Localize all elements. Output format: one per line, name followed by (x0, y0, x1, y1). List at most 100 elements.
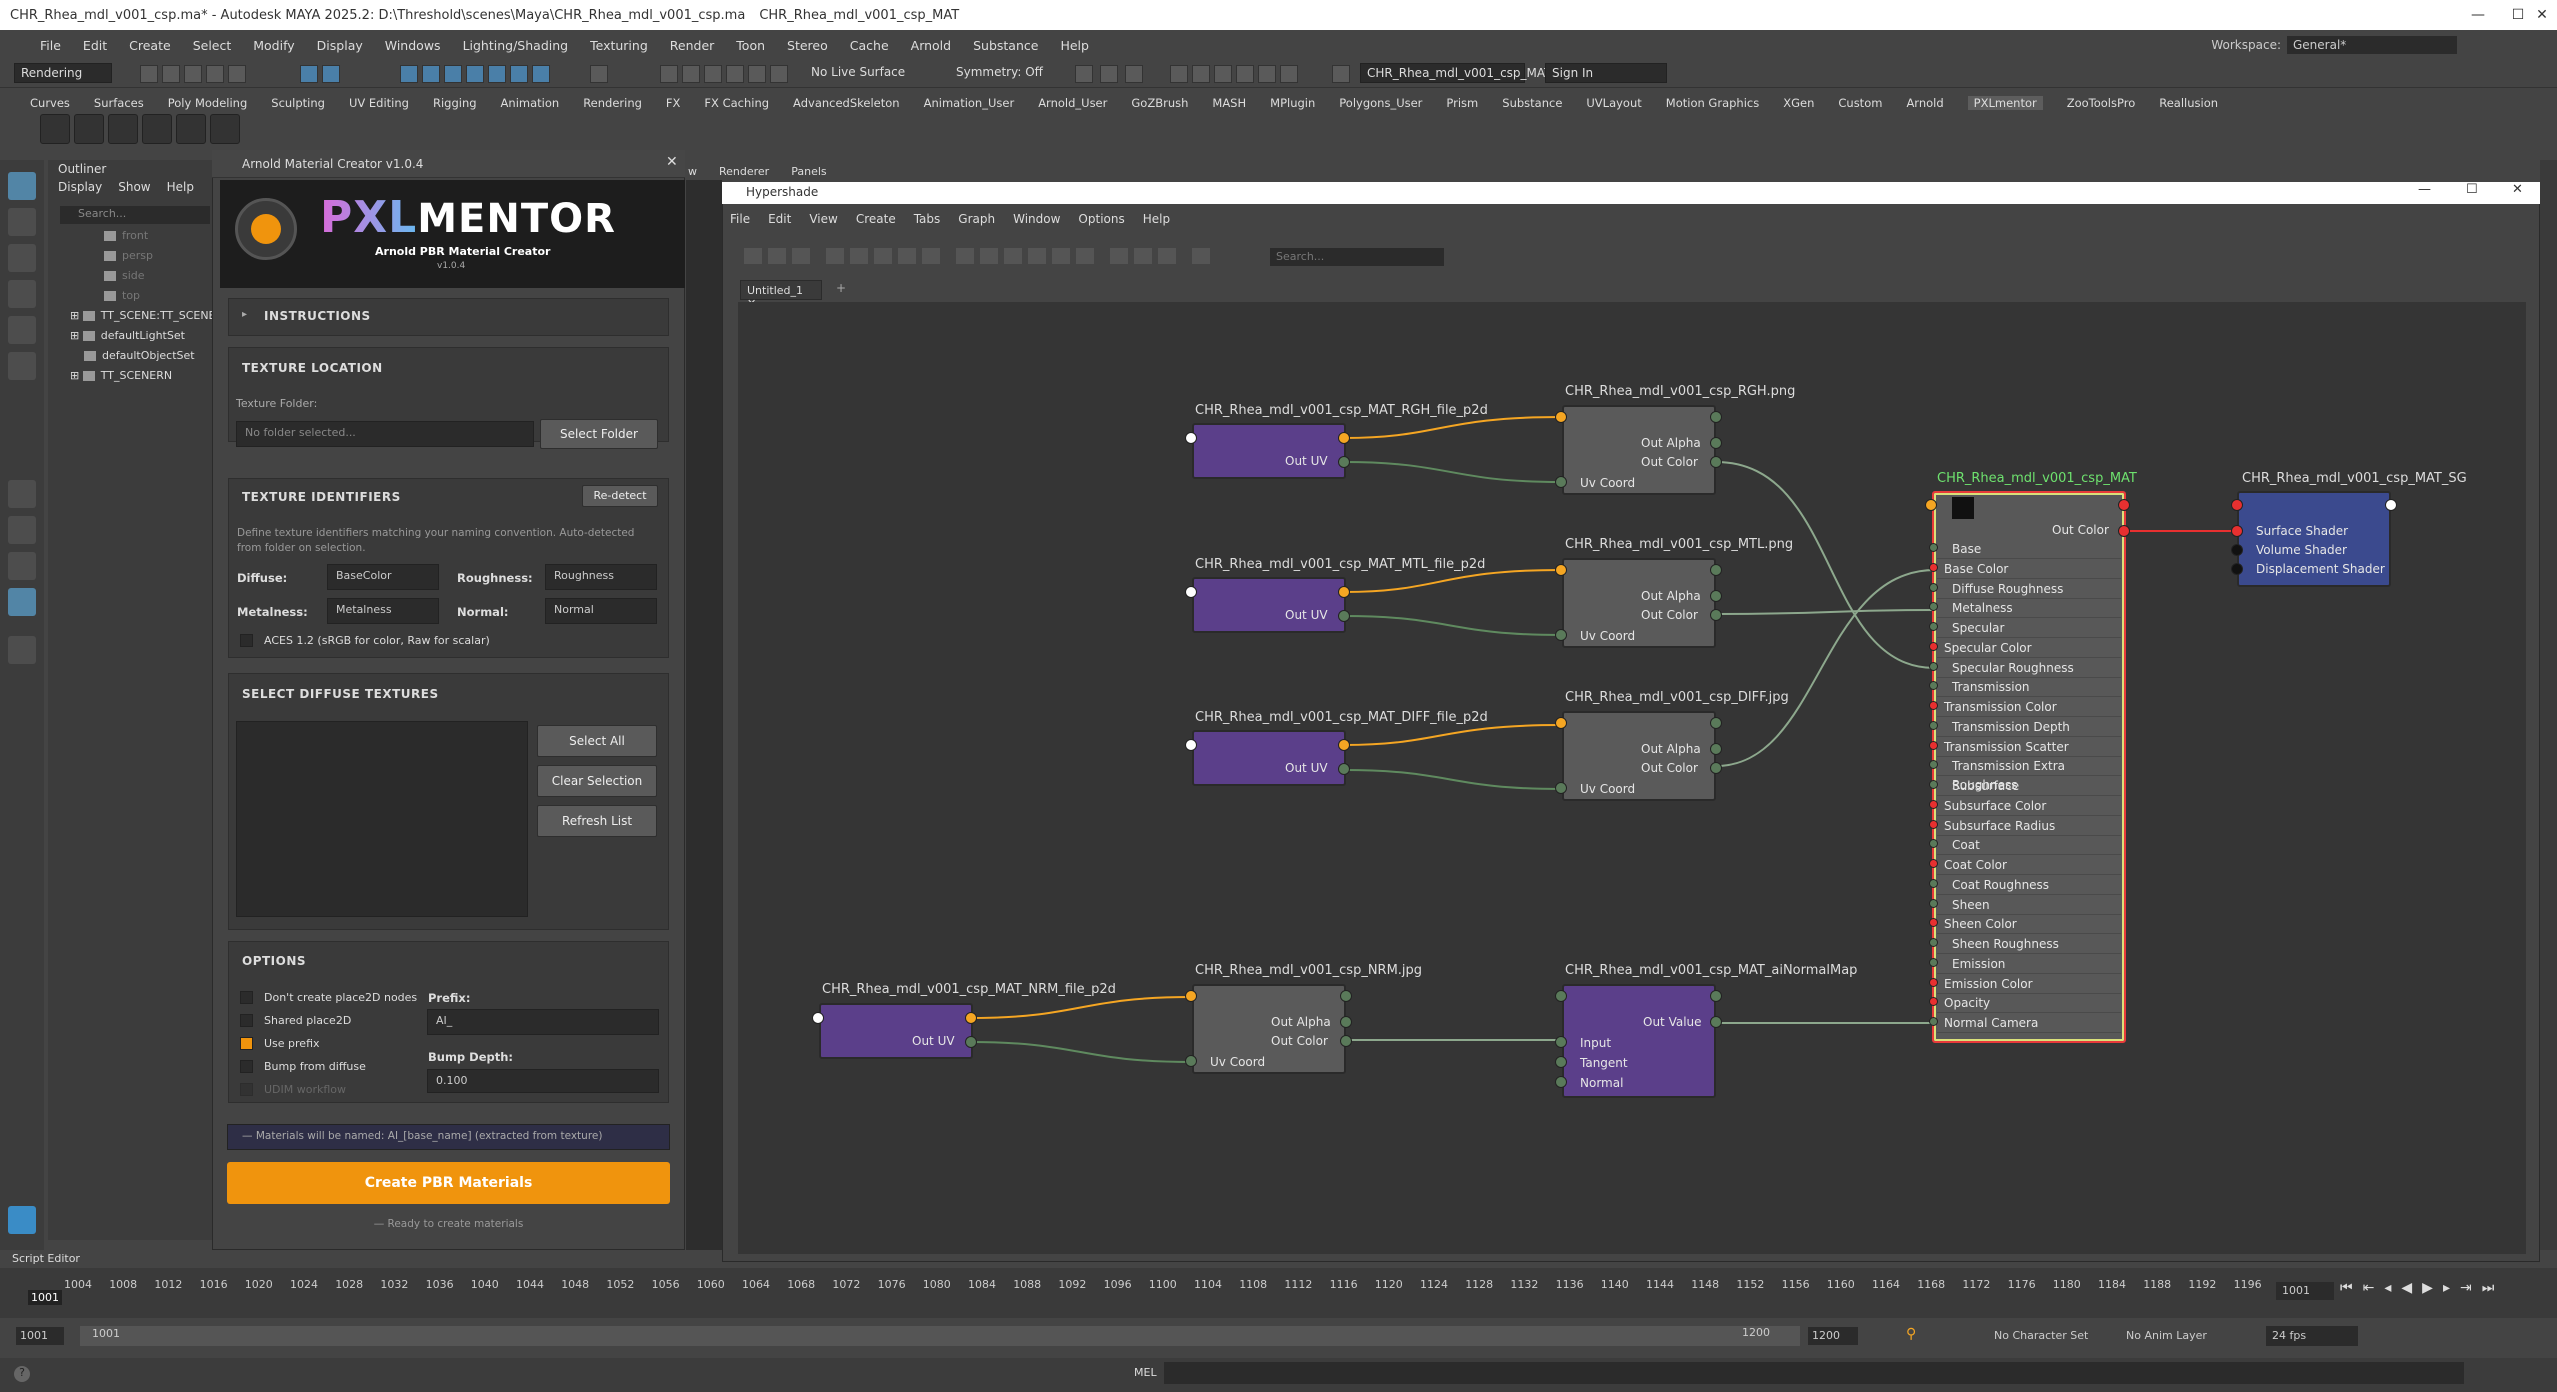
render-icon[interactable] (726, 65, 744, 83)
render-settings-icon[interactable] (770, 65, 788, 83)
node-title[interactable]: CHR_Rhea_mdl_v001_csp_MAT_SG (2242, 471, 2467, 486)
menu-texturing[interactable]: Texturing (590, 38, 648, 53)
current-frame-field[interactable]: 1001 (2276, 1282, 2334, 1300)
shelf-tab[interactable]: Reallusion (2159, 96, 2218, 110)
material-attr-row[interactable]: Transmission Depth (1937, 718, 2121, 737)
material-attr-row[interactable]: Diffuse Roughness (1937, 580, 2121, 599)
port-dot[interactable] (1710, 411, 1722, 423)
live-surface[interactable]: No Live Surface (805, 63, 915, 83)
outliner-camera-front[interactable]: front (104, 229, 148, 242)
select-folder-button[interactable]: Select Folder (540, 419, 658, 449)
hs-menu-item[interactable]: Window (1013, 212, 1060, 226)
material-attr-row[interactable]: Specular Roughness (1937, 659, 2121, 678)
step-back-key-icon[interactable]: ⇤ (2363, 1280, 2375, 1296)
node-title[interactable]: CHR_Rhea_mdl_v001_csp_MAT (1937, 471, 2137, 486)
material-attr-row[interactable]: Transmission Scatter (1937, 738, 2121, 757)
port-dot[interactable] (1185, 1055, 1197, 1067)
shared-place2d-checkbox[interactable] (240, 1014, 253, 1027)
help-icon[interactable]: ? (14, 1366, 30, 1382)
menu-stereo[interactable]: Stereo (787, 38, 828, 53)
port-dot[interactable] (1929, 641, 1938, 651)
shelf-tab[interactable]: Curves (30, 96, 70, 110)
shelf-tab[interactable]: Arnold_User (1038, 96, 1107, 110)
pause-icon[interactable] (1280, 65, 1298, 83)
udim-checkbox[interactable] (240, 1083, 253, 1096)
attribute-editor-dock[interactable] (2540, 160, 2557, 1250)
port-dot[interactable] (1555, 717, 1567, 729)
port-dot[interactable] (1925, 499, 1937, 511)
open-scene-icon[interactable] (162, 65, 180, 83)
layout-icon[interactable] (850, 248, 868, 264)
menu-render[interactable]: Render (670, 38, 715, 53)
no-place2d-checkbox[interactable] (240, 991, 253, 1004)
save-scene-icon[interactable] (184, 65, 202, 83)
shelf-tab[interactable]: Custom (1838, 96, 1882, 110)
shelf-tab[interactable]: AdvancedSkeleton (793, 96, 900, 110)
expand-arrow-icon[interactable]: ▸ (242, 309, 247, 320)
view-mode-icon[interactable] (1004, 248, 1022, 264)
anim-layer-selector[interactable]: No Anim Layer (2126, 1329, 2207, 1342)
material-attr-row[interactable]: Base (1937, 540, 2121, 559)
camera-icon[interactable] (1075, 65, 1093, 83)
bookmark-icon[interactable] (1192, 248, 1210, 264)
port-dot[interactable] (1929, 701, 1938, 710)
single-view-icon[interactable] (8, 480, 36, 508)
node-title[interactable]: CHR_Rhea_mdl_v001_csp_MAT_MTL_file_p2d (1195, 557, 1485, 572)
port-dot[interactable] (1929, 819, 1938, 829)
port-dot[interactable] (1710, 456, 1722, 468)
snap-live-icon[interactable] (510, 65, 528, 83)
port-dot[interactable] (1929, 661, 1938, 671)
four-view-icon[interactable] (8, 516, 36, 544)
shelf-tool-icon[interactable] (176, 114, 206, 144)
snap-vertex-icon[interactable] (532, 65, 550, 83)
view-mode-icon[interactable] (1028, 248, 1046, 264)
character-set-selector[interactable]: No Character Set (1994, 1329, 2088, 1342)
command-language[interactable]: MEL (1134, 1366, 1157, 1379)
graph-icon[interactable] (768, 248, 786, 264)
menu-help[interactable]: Help (1060, 38, 1089, 53)
menu-edit[interactable]: Edit (83, 38, 107, 53)
outliner-search[interactable]: Search... (60, 206, 210, 224)
shelf-tab-active[interactable]: PXLmentor (1967, 96, 2043, 110)
material-attr-row[interactable]: Specular (1937, 619, 2121, 638)
select-tool-icon[interactable] (8, 172, 36, 200)
hs-menu-item[interactable]: Help (1143, 212, 1170, 226)
redetect-button[interactable]: Re-detect (582, 485, 658, 507)
symmetry-selector[interactable]: Symmetry: Off (950, 63, 1060, 83)
shelf-tab[interactable]: XGen (1783, 96, 1814, 110)
material-attr-row[interactable]: Base Color (1937, 560, 2121, 579)
go-start-icon[interactable]: ⏮ (2340, 1280, 2353, 1296)
prefix-field[interactable]: AI_ (427, 1009, 659, 1035)
snap-surface-icon[interactable] (488, 65, 506, 83)
search-icon[interactable] (8, 636, 36, 664)
menu-substance[interactable]: Substance (973, 38, 1038, 53)
view-mode-icon[interactable] (956, 248, 974, 264)
port-dot[interactable] (1710, 590, 1722, 602)
material-attr-row[interactable]: Transmission Color (1937, 698, 2121, 717)
outliner-item-lightset[interactable]: ⊞ defaultLightSet (70, 329, 185, 342)
refresh-list-button[interactable]: Refresh List (537, 805, 657, 837)
hs-menu-item[interactable]: Graph (958, 212, 995, 226)
range-end-field[interactable]: 1200 (1808, 1327, 1858, 1345)
shelf-tool-icon[interactable] (40, 114, 70, 144)
port-dot[interactable] (2231, 525, 2243, 537)
new-scene-icon[interactable] (140, 65, 158, 83)
bump-depth-field[interactable]: 0.100 (427, 1069, 659, 1093)
snap-curve-icon[interactable] (422, 65, 440, 83)
port-dot[interactable] (2118, 499, 2130, 511)
port-dot[interactable] (1929, 562, 1938, 572)
ipr-render-icon[interactable] (1214, 65, 1232, 83)
port-dot[interactable] (1185, 739, 1197, 751)
menu-select[interactable]: Select (193, 38, 232, 53)
outliner-menu-help[interactable]: Help (167, 180, 194, 194)
layout-icon[interactable] (922, 248, 940, 264)
step-forward-key-icon[interactable]: ⇥ (2460, 1280, 2472, 1296)
select-all-button[interactable]: Select All (537, 725, 657, 757)
node-title[interactable]: CHR_Rhea_mdl_v001_csp_MTL.png (1565, 537, 1793, 552)
port-dot[interactable] (812, 1012, 824, 1024)
shelf-tool-icon[interactable] (74, 114, 104, 144)
port-dot[interactable] (1555, 629, 1567, 641)
close-icon[interactable]: ✕ (666, 154, 678, 170)
hs-menu-item[interactable]: Options (1078, 212, 1124, 226)
history-icon[interactable] (660, 65, 678, 83)
